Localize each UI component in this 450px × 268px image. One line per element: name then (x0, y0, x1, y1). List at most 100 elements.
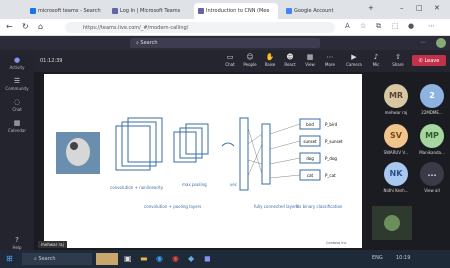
file-explorer-icon[interactable]: ▬ (140, 254, 148, 263)
mic-button[interactable]: ♪ Mic (366, 53, 386, 67)
leave-label: Leave (424, 58, 440, 64)
tab-search[interactable]: microsoft teams - Search (26, 3, 104, 19)
rail-calendar[interactable]: ▦ Calendar (0, 119, 34, 133)
camera-button[interactable]: ▶ Camera (344, 53, 364, 67)
extensions-icon[interactable]: ⬚ (392, 22, 399, 30)
conv-pool-label: convolution + pooling layers (144, 204, 201, 209)
google-favicon-icon (286, 8, 292, 14)
rail-chat[interactable]: ◌ Chat (0, 98, 34, 112)
meeting-timer: 01:12:39 (40, 58, 63, 64)
app-icon[interactable]: ◆ (188, 254, 194, 263)
search-placeholder: Search (140, 40, 158, 46)
presenter-name: mehwar raj (41, 242, 64, 247)
close-icon[interactable]: ✕ (434, 4, 440, 12)
teams-icon[interactable]: ◼ (204, 254, 211, 263)
taskview-icon[interactable]: ▣ (124, 254, 132, 263)
rail-label: Activity (9, 65, 25, 70)
search-input[interactable]: ⌕ Search (130, 38, 320, 48)
leave-button[interactable]: ✆ Leave (412, 55, 446, 66)
weather-widget[interactable] (96, 253, 118, 265)
url-field[interactable]: https://teams.live.com/_#/modern-calling… (65, 22, 335, 33)
tab-google[interactable]: Google Account (282, 3, 362, 19)
raise-hand-button[interactable]: ✋ Raise (260, 53, 280, 67)
tool-label: Raise (264, 62, 276, 67)
teams-header: ⌕ Search ⋯ (0, 36, 450, 50)
participant-name: Manikanda... (419, 150, 445, 155)
fc-label: fully connected layers (254, 204, 298, 209)
participant-name: 22MDME... (421, 110, 443, 115)
clock[interactable]: 10:19 (396, 255, 410, 261)
tab-label: Introduction to CNN (Mee (206, 8, 270, 14)
react-button[interactable]: ☻ React (280, 53, 300, 67)
hand-icon: ✋ (265, 53, 275, 61)
more-icon[interactable]: ⋯ (420, 39, 426, 46)
rail-community[interactable]: ☰ Community (0, 77, 34, 91)
class-label: sunset (303, 139, 317, 144)
participant-avatar[interactable]: NK (384, 162, 408, 186)
back-icon[interactable]: ← (6, 22, 13, 31)
feature-map (115, 125, 151, 171)
read-aloud-icon[interactable]: A (345, 22, 350, 30)
participant-name: SWARUV V... (383, 150, 409, 155)
settings-more-icon[interactable]: ⋯ (428, 22, 435, 30)
more-icon: ⋯ (326, 53, 334, 61)
url-text: https://teams.live.com/_#/modern-calling… (83, 25, 189, 31)
home-icon[interactable]: ⌂ (38, 22, 43, 31)
slide-tag: Contoso Inc (326, 241, 347, 245)
windows-start-icon[interactable]: ⊞ (6, 254, 13, 263)
profile-icon[interactable]: ● (408, 22, 414, 30)
tab-meeting[interactable]: Introduction to CNN (Mee (194, 3, 278, 19)
refresh-icon[interactable]: ↻ (22, 22, 29, 31)
share-icon: ⇧ (395, 53, 401, 61)
cnn-diagram: bird sunset dog cat P_bird P_sunset P_do… (56, 117, 347, 245)
calendar-icon: ▦ (13, 119, 21, 127)
taskbar-search[interactable]: ⌕ Search (22, 253, 92, 265)
new-tab-icon[interactable]: + (368, 4, 374, 12)
chat-icon: ◌ (13, 98, 21, 106)
community-icon: ☰ (13, 77, 21, 85)
rail-activity[interactable]: ● Activity (0, 56, 34, 70)
rail-help[interactable]: ? Help (0, 236, 34, 250)
prob-label: P_cat (325, 173, 336, 178)
mic-off-icon: ♪ (373, 53, 379, 61)
avatar-initials: MR (388, 91, 404, 100)
chat-icon: ▭ (226, 53, 234, 61)
view-all-button[interactable]: ... (420, 162, 444, 186)
participant-avatar[interactable]: SV (384, 124, 408, 148)
share-button[interactable]: ⇧ Share (388, 53, 408, 67)
chat-button[interactable]: ▭ Chat (220, 53, 240, 67)
bell-icon: ● (13, 56, 21, 64)
tool-label: People (243, 62, 257, 67)
minimize-icon[interactable]: – (400, 4, 404, 12)
tool-label: Chat (225, 62, 235, 67)
view-button[interactable]: ▦ View (300, 53, 320, 67)
people-icon: ☺ (246, 53, 254, 61)
bird-head (70, 142, 78, 150)
avatar-initials: ... (427, 169, 437, 178)
participant-name: Nidhi Kesh... (383, 188, 409, 193)
user-avatar[interactable] (436, 38, 446, 48)
more-button[interactable]: ⋯ More (320, 53, 340, 67)
tab-login[interactable]: Log In | Microsoft Teams (108, 3, 190, 19)
meeting-toolbar: 01:12:39 ▭ Chat ☺ People ✋ Raise ☻ React ▦ Vi… (34, 50, 450, 72)
participant-avatar[interactable]: MP (420, 124, 444, 148)
tool-label: View (305, 62, 315, 67)
chrome-icon[interactable]: ◉ (172, 254, 179, 263)
people-button[interactable]: ☺ People (240, 53, 260, 67)
tab-label: Google Account (294, 8, 334, 14)
vec-label: vec (230, 182, 237, 187)
edge-icon[interactable]: ◉ (156, 254, 163, 263)
tool-label: Camera (346, 62, 362, 67)
language-indicator[interactable]: ENG (372, 255, 383, 261)
tool-label: Mic (372, 62, 380, 67)
presenter-tag: mehwar raj (38, 241, 67, 248)
vec-box (239, 117, 249, 191)
participant-avatar[interactable]: MR (384, 84, 408, 108)
conv-label: convolution + nonlinearity (110, 185, 164, 190)
participant-avatar[interactable]: 2 (420, 84, 444, 108)
flatten-arrow (221, 142, 235, 147)
favorite-icon[interactable]: ☆ (360, 22, 366, 30)
pool-label: max pooling (182, 182, 207, 187)
maximize-icon[interactable]: □ (416, 4, 423, 12)
collections-icon[interactable]: ⧉ (376, 22, 381, 31)
